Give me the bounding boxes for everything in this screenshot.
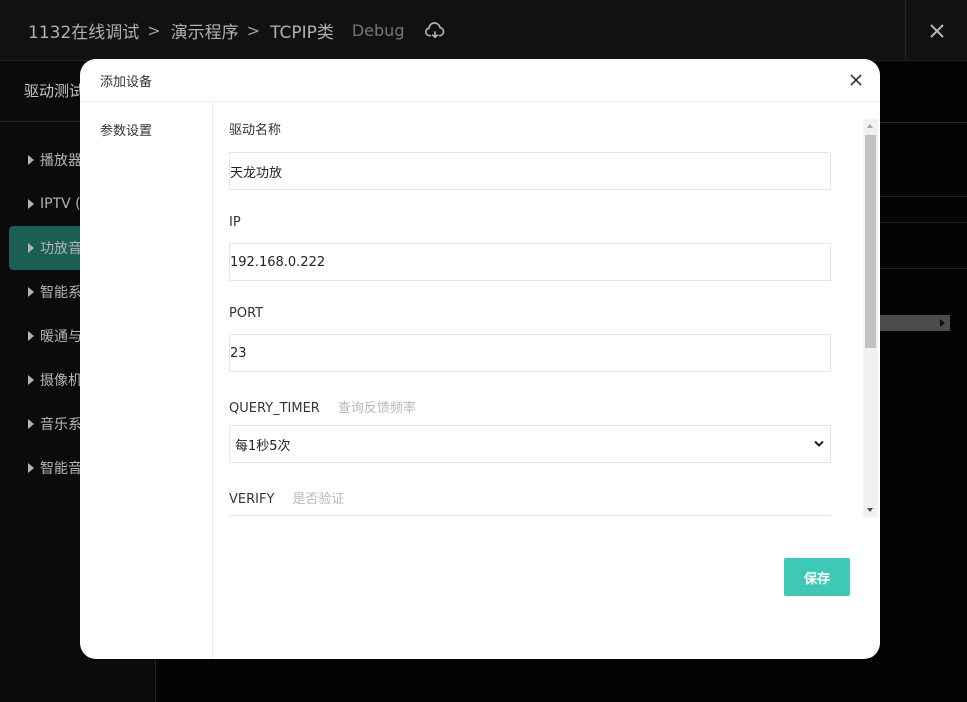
port-field[interactable]: 23: [229, 334, 831, 372]
dialog-title: 添加设备: [100, 75, 153, 90]
device-form: 驱动名称 天龙功放 IP 192.168.0.222 PORT 23 QUERY…: [229, 119, 861, 519]
select-value: 每1秒5次: [235, 438, 291, 454]
field-label: QUERY_TIMER 查询反馈频率: [229, 401, 416, 416]
field-label: VERIFY 是否验证: [229, 492, 345, 507]
field-label: PORT: [229, 306, 264, 321]
scroll-up-icon[interactable]: [867, 124, 873, 128]
verify-field-edge: [229, 515, 831, 516]
form-scrollbar[interactable]: [863, 119, 878, 517]
app-window: 1132在线调试 > 演示程序 > TCPIP类 Debug 驱动测试 播放器 …: [0, 0, 967, 702]
field-hint: 是否验证: [292, 492, 345, 507]
scroll-down-icon[interactable]: [867, 508, 873, 512]
dialog-side-nav: 参数设置: [80, 102, 213, 659]
dialog-header: 添加设备: [80, 59, 880, 102]
field-label: IP: [229, 215, 241, 230]
save-button[interactable]: 保存: [784, 558, 850, 596]
chevron-down-icon: [814, 440, 824, 447]
side-nav-item-params[interactable]: 参数设置: [100, 120, 152, 139]
field-label: 驱动名称: [229, 123, 282, 138]
query-timer-select[interactable]: 每1秒5次: [229, 425, 831, 463]
field-hint: 查询反馈频率: [337, 401, 416, 416]
scroll-thumb[interactable]: [865, 135, 876, 348]
dialog-close-button[interactable]: [846, 70, 866, 90]
add-device-dialog: 添加设备 参数设置 驱动名称 天龙功放 IP 192.168.0.222 POR…: [80, 59, 880, 659]
driver-name-field[interactable]: 天龙功放: [229, 152, 831, 190]
close-icon: [850, 74, 862, 86]
ip-field[interactable]: 192.168.0.222: [229, 243, 831, 281]
